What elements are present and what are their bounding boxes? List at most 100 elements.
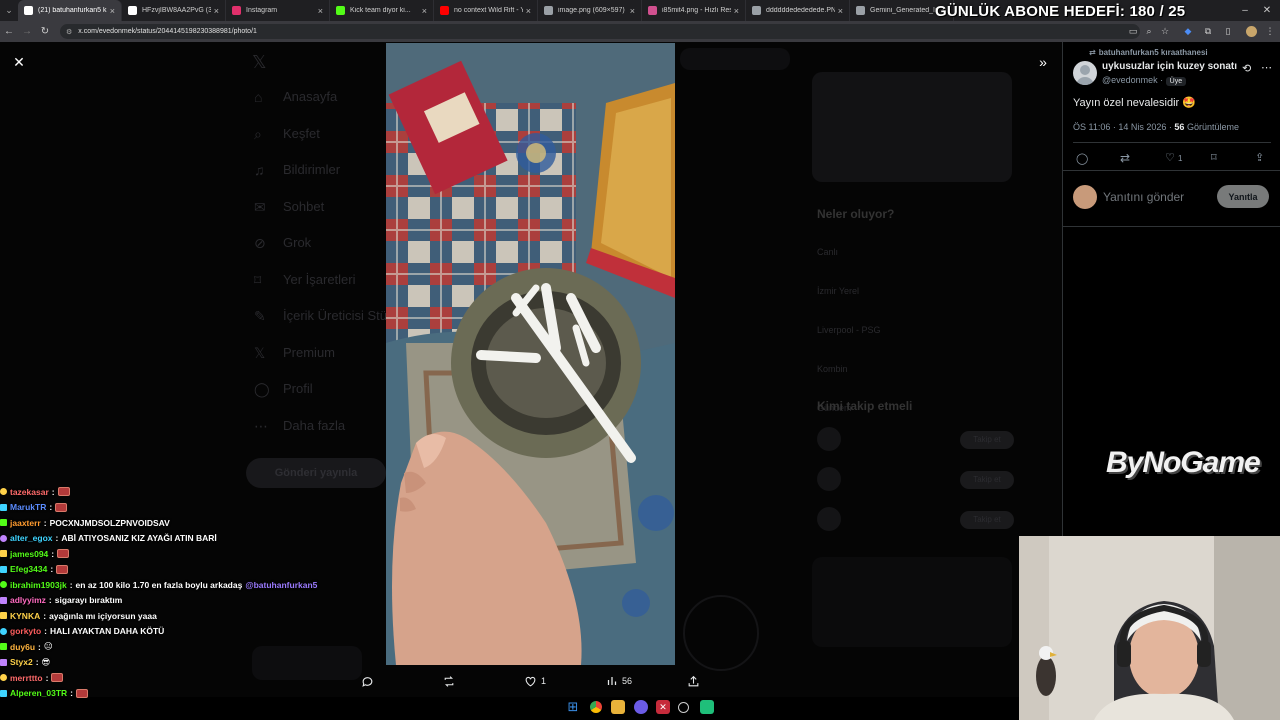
more-options-icon[interactable]: ⋯ bbox=[1261, 61, 1272, 74]
chat-username[interactable]: Alperen_03TR bbox=[10, 688, 67, 698]
expand-panel-icon[interactable]: » bbox=[1034, 53, 1052, 71]
panel-bookmark-icon[interactable]: ⌑ bbox=[1211, 151, 1217, 164]
chat-separator: : bbox=[49, 502, 53, 513]
sidebar-dim-icon: ✉ bbox=[254, 198, 266, 215]
sidebar-dim-icon: ⊘ bbox=[254, 235, 266, 251]
chat-emote-icon bbox=[76, 688, 89, 698]
heart-icon bbox=[525, 676, 536, 686]
app-taskbar-icon[interactable]: ✕ bbox=[656, 700, 670, 714]
browser-tab[interactable]: image.png (609×597) × bbox=[538, 0, 642, 21]
site-info-icon[interactable]: ⚙ bbox=[66, 28, 72, 36]
chat-username[interactable]: Efeg3434 bbox=[10, 564, 47, 574]
tab-close-icon[interactable]: × bbox=[630, 6, 635, 16]
tweet-time[interactable]: ÖS 11:06 · 14 Nis 2026 · bbox=[1073, 122, 1172, 132]
sidebar-dim-icon: ⋯ bbox=[254, 417, 268, 434]
discord-taskbar-icon[interactable] bbox=[634, 700, 648, 714]
browser-tab[interactable]: (21) batuhanfurkan5 kıraat× bbox=[18, 0, 122, 21]
browser-tab[interactable]: no context Wild Rift - You× bbox=[434, 0, 538, 21]
chat-mention[interactable]: @batuhanfurkan5 bbox=[245, 580, 317, 590]
chat-message: adlyyimz: sigarayı bıraktım bbox=[0, 593, 380, 609]
chat-username[interactable]: jaaxterr bbox=[10, 518, 41, 528]
chat-emote-icon bbox=[57, 487, 70, 497]
trend-item-dim: Canlı bbox=[817, 247, 839, 257]
tab-close-icon[interactable]: × bbox=[214, 6, 219, 16]
sidebar-icon[interactable]: ▯ bbox=[1220, 21, 1236, 42]
browser-menu-icon[interactable]: ⋮ bbox=[1262, 21, 1278, 42]
suggested-avatar-dim bbox=[817, 467, 841, 491]
views-count: 56 bbox=[622, 676, 633, 686]
chat-badge-icon bbox=[0, 627, 7, 635]
chat-username[interactable]: duy6u bbox=[10, 642, 35, 652]
browser-tab[interactable]: HFzvjIBW8AA2PvG (3072×× bbox=[122, 0, 226, 21]
browser-tab[interactable]: i85mit4.png - Hızlı Resim× bbox=[642, 0, 746, 21]
browser-tab[interactable]: Kick team diyor ki... × bbox=[330, 0, 434, 21]
chat-username[interactable]: alter_egox bbox=[10, 533, 53, 543]
close-photo-icon[interactable]: ✕ bbox=[10, 53, 28, 71]
minimize-icon[interactable]: – bbox=[1234, 0, 1256, 21]
sidebar-dim-item: Profil bbox=[283, 381, 313, 396]
chat-username[interactable]: MarukTR bbox=[10, 502, 46, 512]
footer-dim bbox=[812, 557, 1012, 647]
zoom-icon[interactable]: ⌕ bbox=[1141, 21, 1157, 42]
tab-close-icon[interactable]: × bbox=[318, 6, 323, 16]
author-name[interactable]: uykusuzlar için kuzey sonatı bbox=[1102, 61, 1237, 72]
tab-close-icon[interactable]: × bbox=[526, 6, 531, 16]
chat-separator: : bbox=[51, 548, 55, 559]
chat-username[interactable]: adlyyimz bbox=[10, 595, 46, 605]
panel-like-button[interactable]: ♡ 1 bbox=[1165, 151, 1182, 164]
chat-username[interactable]: james094 bbox=[10, 549, 48, 559]
panel-repost-icon[interactable]: ⇄ bbox=[1120, 151, 1130, 165]
windows-start-icon[interactable]: ⊞ bbox=[566, 699, 580, 714]
views-button[interactable]: 56 bbox=[606, 672, 632, 690]
repost-button[interactable] bbox=[442, 672, 460, 690]
author-handle[interactable]: @evedonmek bbox=[1102, 75, 1158, 85]
tab-close-icon[interactable]: × bbox=[422, 6, 427, 16]
sidebar-dim-icon: ✎ bbox=[254, 308, 266, 324]
chat-username[interactable]: tazekasar bbox=[10, 487, 49, 497]
tab-search-icon[interactable]: ⌄ bbox=[0, 0, 18, 21]
tab-title: Kick team diyor ki... bbox=[350, 7, 411, 14]
chat-username[interactable]: merrttto bbox=[10, 673, 43, 683]
chat-username[interactable]: gorkyto bbox=[10, 626, 41, 636]
chat-username[interactable]: ibrahim1903jk bbox=[10, 580, 67, 590]
reply-input[interactable]: Yanıtını gönder bbox=[1103, 190, 1184, 204]
like-button[interactable]: 1 bbox=[524, 672, 546, 690]
obs-taskbar-icon[interactable] bbox=[678, 702, 689, 713]
bookmark-star-icon[interactable]: ☆ bbox=[1157, 21, 1173, 42]
chat-message: ibrahim1903jk: en az 100 kilo 1.70 en faz… bbox=[0, 577, 380, 593]
tab-title: Instagram bbox=[246, 7, 278, 14]
browser-tab[interactable]: Instagram × bbox=[226, 0, 330, 21]
sidebar-dim-item: Anasayfa bbox=[283, 89, 338, 104]
extension-icon[interactable]: ◆ bbox=[1180, 21, 1196, 42]
browser-tab[interactable]: ddddddedededede.PNG × bbox=[746, 0, 850, 21]
globe-icon bbox=[752, 6, 761, 15]
install-app-icon[interactable]: ▭ bbox=[1125, 21, 1141, 42]
chat-username[interactable]: Styx2 bbox=[10, 657, 33, 667]
panel-reply-icon[interactable]: ◯ bbox=[1076, 152, 1088, 165]
back-icon[interactable]: ← bbox=[0, 26, 18, 37]
repost-small-icon: ⇄ bbox=[1089, 48, 1096, 57]
forward-icon[interactable]: → bbox=[18, 26, 36, 37]
tab-close-icon[interactable]: × bbox=[110, 6, 115, 16]
chat-emote-icon bbox=[56, 564, 69, 574]
file-explorer-icon[interactable] bbox=[611, 700, 625, 714]
url-field[interactable]: ⚙ x.com/evedonmek/status/204414519823038… bbox=[60, 24, 1140, 39]
profile-avatar[interactable] bbox=[1243, 21, 1259, 42]
chrome-taskbar-icon[interactable] bbox=[589, 700, 603, 714]
share-button[interactable] bbox=[687, 672, 704, 690]
post-photo[interactable] bbox=[386, 43, 675, 665]
panel-share-icon[interactable]: ⇪ bbox=[1255, 151, 1264, 164]
webcam-feed bbox=[1019, 536, 1280, 720]
tab-close-icon[interactable]: × bbox=[734, 6, 739, 16]
extension-puzzle-icon[interactable]: ⧉ bbox=[1200, 21, 1216, 42]
chat-username[interactable]: KYNKA bbox=[10, 611, 40, 621]
reply-submit-button[interactable]: Yanıtla bbox=[1217, 185, 1269, 208]
tab-close-icon[interactable]: × bbox=[838, 6, 843, 16]
reload-icon[interactable]: ↻ bbox=[36, 26, 54, 37]
close-window-icon[interactable]: ✕ bbox=[1256, 0, 1278, 21]
spotify-taskbar-icon[interactable] bbox=[700, 700, 714, 714]
author-avatar[interactable] bbox=[1073, 61, 1097, 85]
divider bbox=[1063, 226, 1280, 227]
grok-icon[interactable]: ⟲ bbox=[1242, 62, 1251, 75]
divider bbox=[1063, 170, 1280, 171]
